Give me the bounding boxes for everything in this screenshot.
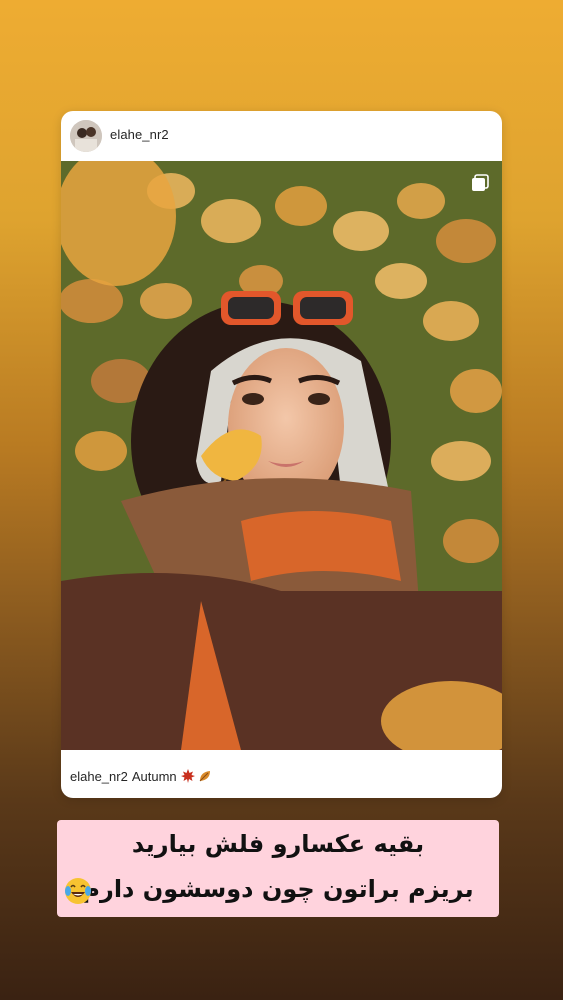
overlay-text-box: بقیه عکسارو فلش بیارید بریزم براتون چون … [57, 820, 499, 917]
post-header: elahe_nr2 [61, 111, 502, 161]
maple-leaf-icon [180, 769, 195, 783]
avatar[interactable] [70, 120, 102, 152]
post-card[interactable]: elahe_nr2 elahe_nr2 Autumn [61, 111, 502, 798]
username[interactable]: elahe_nr2 [110, 127, 169, 142]
caption-text: Autumn [131, 768, 177, 784]
face-with-tears-of-joy-icon [65, 878, 91, 904]
multiple-photos-icon [472, 174, 489, 191]
caption: elahe_nr2 Autumn [70, 767, 213, 785]
overlay-text-line-1: بقیه عکسارو فلش بیارید [131, 830, 425, 858]
fallen-leaf-icon [199, 771, 210, 782]
caption-username[interactable]: elahe_nr2 [70, 769, 128, 784]
post-photo[interactable] [61, 161, 502, 750]
overlay-text-line-2: بریزم براتون چون دوسشون دارم [82, 875, 474, 903]
